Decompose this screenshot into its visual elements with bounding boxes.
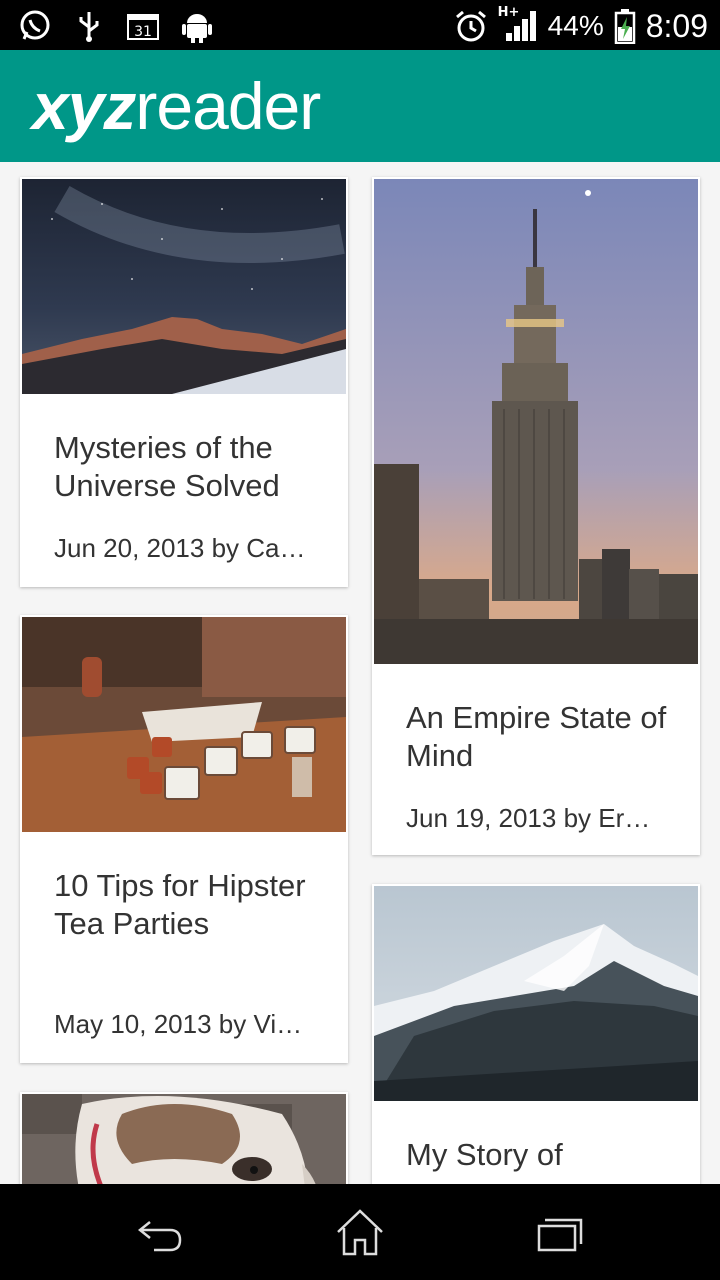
article-title: My Story of [406, 1137, 563, 1172]
article-card[interactable]: My Story of [372, 884, 700, 1184]
status-bar: 31 H+ 44% 8:09 [0, 0, 720, 50]
recents-icon[interactable] [536, 1208, 586, 1258]
article-card[interactable]: 10 Tips for Hipster Tea Parties May 10, … [20, 615, 348, 1063]
article-thumbnail [22, 179, 346, 394]
back-icon[interactable] [136, 1208, 186, 1258]
article-thumbnail [374, 886, 698, 1101]
battery-icon [614, 8, 636, 45]
article-card[interactable]: Mysteries of the Universe Solved Jun 20,… [20, 177, 348, 587]
navigation-bar [0, 1184, 720, 1280]
signal-icon: H+ [498, 5, 538, 43]
calendar-icon: 31 [126, 9, 160, 43]
android-icon [180, 9, 214, 43]
app-bar: xyzreader [0, 50, 720, 162]
article-card[interactable] [20, 1092, 348, 1184]
home-icon[interactable] [335, 1208, 385, 1258]
article-thumbnail [374, 179, 698, 664]
article-thumbnail [22, 1094, 346, 1184]
whatsapp-icon [18, 9, 52, 43]
svg-text:31: 31 [134, 24, 152, 40]
alarm-icon [454, 9, 488, 43]
article-thumbnail [22, 617, 346, 832]
usb-icon [72, 9, 106, 43]
article-title: Mysteries of the Universe Solved [54, 430, 280, 503]
article-card[interactable]: An Empire State of Mind Jun 19, 2013 by … [372, 177, 700, 855]
article-title: An Empire State of Mind [406, 700, 667, 773]
app-logo: xyzreader [32, 69, 321, 143]
article-meta: May 10, 2013 by Vi… [54, 1009, 303, 1039]
article-meta: Jun 20, 2013 by Ca… [54, 533, 306, 563]
clock: 8:09 [645, 7, 708, 44]
article-meta: Jun 19, 2013 by Er… [406, 803, 651, 833]
battery-percent: 44% [547, 10, 604, 41]
article-grid: Mysteries of the Universe Solved Jun 20,… [0, 162, 720, 1184]
article-title: 10 Tips for Hipster Tea Parties [54, 868, 306, 941]
